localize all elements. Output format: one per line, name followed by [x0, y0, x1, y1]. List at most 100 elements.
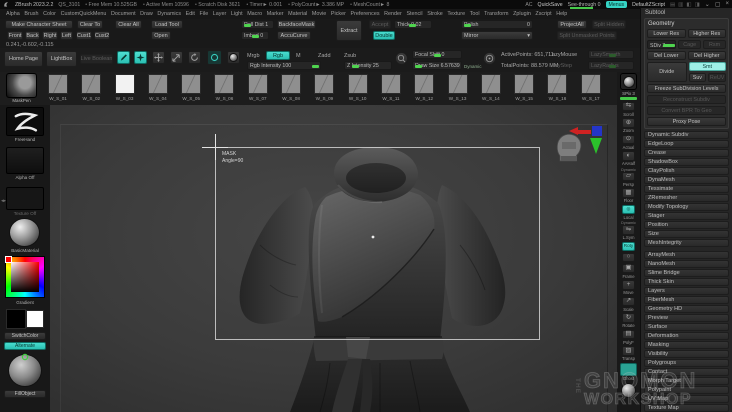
- panel-section-button[interactable]: MeshIntegrity: [644, 239, 729, 247]
- zsub-toggle[interactable]: Zsub: [344, 53, 356, 59]
- panel-section-button[interactable]: ZRemesher: [644, 194, 729, 202]
- double-button[interactable]: Double: [373, 31, 395, 40]
- mesh-thumbnail[interactable]: W_S_03: [114, 74, 135, 101]
- texture-selector[interactable]: [6, 187, 44, 210]
- shelf-button[interactable]: ▦ Floor: [622, 188, 635, 203]
- menu-item[interactable]: Layer: [213, 11, 227, 17]
- menu-item[interactable]: Transform: [484, 11, 508, 17]
- panel-section-button[interactable]: FiberMesh: [644, 296, 729, 304]
- menu-item[interactable]: Render: [384, 11, 402, 17]
- layout-icon[interactable]: ◨: [695, 2, 700, 8]
- shelf-button[interactable]: ◎ Local: [622, 204, 635, 220]
- lazyradius-slider[interactable]: LazyRadius: [588, 61, 634, 70]
- load-tool-button[interactable]: Load Tool: [151, 20, 183, 29]
- menu-item[interactable]: Texture: [447, 11, 465, 17]
- cust2-button[interactable]: Cust2: [94, 31, 110, 40]
- shelf-tile-icon[interactable]: Roty: [621, 241, 636, 251]
- menus-toggle-button[interactable]: Menus: [605, 1, 628, 8]
- convert-bpr-button[interactable]: Convert BPR To Geo: [647, 106, 726, 115]
- menu-item[interactable]: Stencil: [406, 11, 422, 17]
- titlebar-tool-icons[interactable]: ▤ ▥ ◧ ◨: [670, 2, 700, 8]
- panel-section-button[interactable]: UV Map: [644, 395, 729, 403]
- mrgb-toggle[interactable]: Mrgb: [247, 53, 260, 59]
- reuv-button[interactable]: ReUV: [708, 73, 726, 82]
- default-zscript-button[interactable]: DefaultZScript: [632, 2, 665, 8]
- panel-section-button[interactable]: ClayPolish: [644, 167, 729, 175]
- make-character-sheet-button[interactable]: Make Character Sheet: [5, 20, 73, 29]
- rsm-button[interactable]: Rsm: [703, 40, 726, 49]
- panel-section-button[interactable]: Size: [644, 230, 729, 238]
- spix-slider[interactable]: [620, 97, 637, 100]
- shelf-tile-icon[interactable]: ▤: [622, 329, 635, 339]
- split-hidden-button[interactable]: Split Hidden: [592, 20, 626, 29]
- mesh-thumbnail[interactable]: W_S_07: [247, 74, 268, 101]
- extract-button[interactable]: Extract: [336, 20, 362, 41]
- panel-section-button[interactable]: Morph Target: [644, 377, 729, 385]
- live-boolean-button[interactable]: Live Boolean: [80, 54, 113, 64]
- camera-head-icon[interactable]: [555, 132, 583, 163]
- shelf-tile-icon[interactable]: ↗: [622, 296, 635, 306]
- cage-button[interactable]: Cage: [678, 40, 702, 49]
- backface-mask-button[interactable]: BackfaceMask: [277, 20, 316, 29]
- split-unmasked-points-button[interactable]: Split Unmasked Points: [557, 31, 617, 40]
- mesh-thumbnail[interactable]: W_S_02: [81, 74, 102, 101]
- panel-section-button[interactable]: ArrayMesh: [644, 251, 729, 259]
- shelf-button[interactable]: ⇆ Scroll: [622, 101, 635, 117]
- shelf-button[interactable]: Ghost: [620, 362, 637, 381]
- menu-item[interactable]: Draw: [140, 11, 153, 17]
- shelf-tile-icon[interactable]: ▱: [622, 171, 635, 181]
- alpha-selector[interactable]: [6, 147, 44, 174]
- mesh-thumbnail[interactable]: W_S_06: [214, 74, 235, 101]
- layout-icon[interactable]: ◧: [686, 2, 691, 8]
- open-button[interactable]: Open: [151, 31, 171, 40]
- cust1-button[interactable]: Cust1: [76, 31, 92, 40]
- menu-item[interactable]: Document: [111, 11, 136, 17]
- front-button[interactable]: Front: [7, 31, 23, 40]
- minimize-button[interactable]: ⌄: [705, 1, 710, 8]
- mesh-thumbnail[interactable]: W_S_10: [347, 74, 368, 101]
- shelf-button[interactable]: + Move: [622, 280, 635, 295]
- accucurve-button[interactable]: AccuCurve: [277, 31, 311, 40]
- current-brush-thumbnail[interactable]: [6, 73, 37, 98]
- zadd-toggle[interactable]: Zadd: [318, 53, 331, 59]
- mesh-thumbnail[interactable]: W_S_08: [281, 74, 302, 101]
- panel-section-button[interactable]: Tessimate: [644, 185, 729, 193]
- shelf-tile-icon[interactable]: ▦: [622, 188, 635, 198]
- shelf-button[interactable]: Dynamic ⇋ L.Sym: [621, 221, 636, 240]
- menu-item[interactable]: Dynamics: [157, 11, 181, 17]
- edit-mode-button[interactable]: [117, 51, 130, 64]
- sculpt-canvas[interactable]: MASK Angle=90: [50, 105, 617, 412]
- panel-section-button[interactable]: NanoMesh: [644, 260, 729, 268]
- menu-item[interactable]: Light: [231, 11, 243, 17]
- geometry-palette-header[interactable]: Geometry: [648, 21, 726, 27]
- mesh-thumbnail[interactable]: W_S_12: [414, 74, 435, 101]
- close-button[interactable]: ×: [725, 1, 729, 8]
- bpr-render-button[interactable]: [620, 73, 637, 90]
- shelf-button[interactable]: Roty: [621, 241, 636, 251]
- sdiv-slider[interactable]: SDiv 3: [647, 40, 677, 49]
- color-sv-square[interactable]: [11, 262, 39, 292]
- shelf-button[interactable]: ↗ Scale: [622, 296, 635, 312]
- rotate-mode-button[interactable]: [188, 51, 201, 64]
- switchcolor-button[interactable]: SwitchColor: [4, 332, 46, 340]
- del-lower-button[interactable]: Del Lower: [647, 51, 686, 60]
- imbed-slider[interactable]: Imbed 0: [241, 31, 269, 40]
- menu-item[interactable]: Alpha: [6, 11, 20, 17]
- accept-button[interactable]: Accept: [369, 20, 391, 29]
- alternate-button[interactable]: Alternate: [4, 342, 46, 350]
- current-material-button[interactable]: [227, 51, 240, 64]
- shelf-button[interactable]: ▣ Frame: [622, 263, 635, 279]
- fillobject-button[interactable]: FillObject: [4, 390, 46, 398]
- mesh-thumbnail[interactable]: W_S_11: [380, 74, 401, 101]
- scale-mode-button[interactable]: [170, 51, 183, 64]
- menu-item[interactable]: Movie: [312, 11, 326, 17]
- menu-item[interactable]: Picker: [331, 11, 346, 17]
- reconstruct-subdiv-button[interactable]: Reconstruct Subdiv: [647, 95, 726, 104]
- panel-section-button[interactable]: Crease: [644, 149, 729, 157]
- panel-section-button[interactable]: Surface: [644, 323, 729, 331]
- del-higher-button[interactable]: Del Higher: [687, 51, 726, 60]
- menu-item[interactable]: Macro: [247, 11, 262, 17]
- menu-item[interactable]: Help: [556, 11, 567, 17]
- projectall-button[interactable]: ProjectAll: [557, 20, 587, 29]
- higher-res-button[interactable]: Higher Res: [687, 29, 726, 38]
